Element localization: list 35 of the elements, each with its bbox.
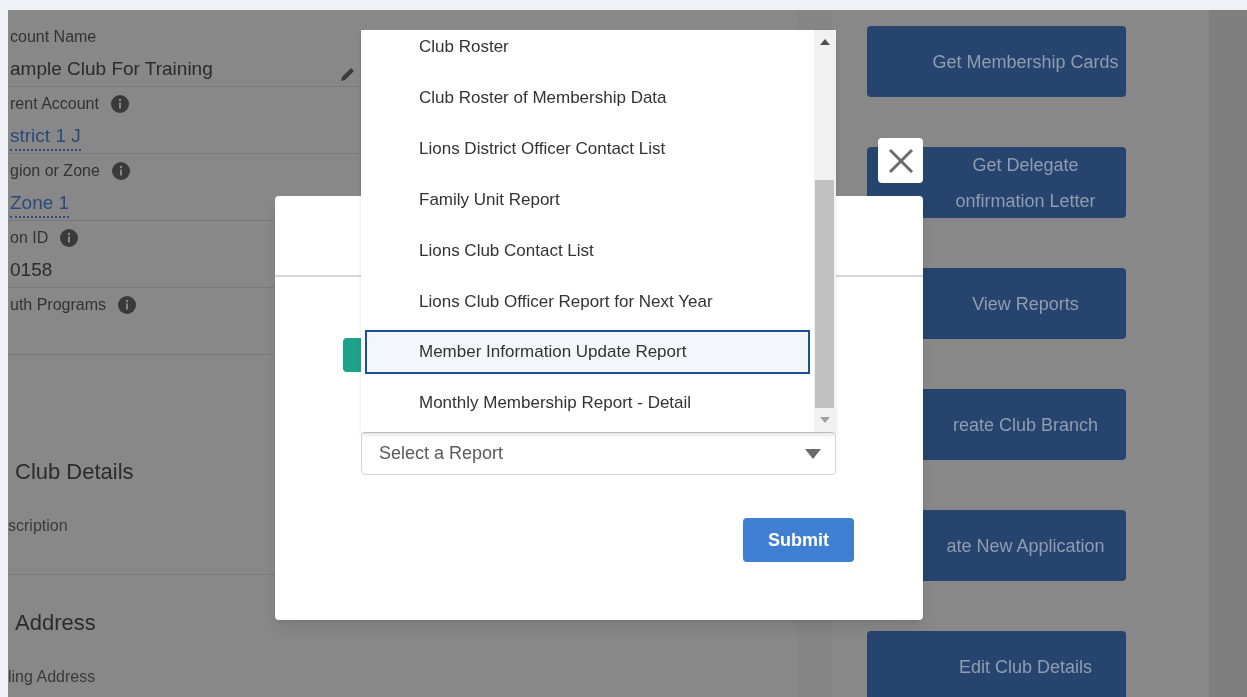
- section-heading: Address: [14, 609, 96, 637]
- report-option[interactable]: Lions Club Contact List: [361, 225, 814, 276]
- caret-icon: [805, 448, 821, 459]
- report-option[interactable]: Club Roster: [361, 30, 814, 72]
- scroll-down-icon[interactable]: [820, 417, 830, 423]
- close-button[interactable]: [878, 138, 923, 183]
- section-heading: Club Details: [14, 458, 134, 486]
- field-label: on ID: [10, 228, 49, 248]
- info-icon[interactable]: [118, 296, 137, 314]
- info-icon[interactable]: [111, 162, 130, 180]
- close-icon: [887, 147, 914, 174]
- field-label: ling Address: [8, 667, 96, 687]
- report-option[interactable]: Lions District Officer Contact List: [361, 123, 814, 174]
- action-button[interactable]: Get Membership Cards: [867, 26, 1126, 97]
- report-option[interactable]: Member Information Update Report: [365, 330, 810, 374]
- scrollbar-thumb[interactable]: [815, 180, 834, 408]
- report-option[interactable]: Monthly Membership Report - Detail: [361, 377, 814, 428]
- report-option[interactable]: Family Unit Report: [361, 174, 814, 225]
- report-option[interactable]: Lions Club Officer Report for Next Year: [361, 276, 814, 327]
- info-icon[interactable]: [60, 229, 79, 247]
- field-value: ample Club For Training: [10, 57, 213, 81]
- field-label: gion or Zone: [10, 161, 100, 181]
- submit-button[interactable]: Submit: [743, 518, 854, 562]
- field-label: scription: [8, 516, 68, 536]
- field-label: rent Account: [10, 94, 99, 114]
- report-select[interactable]: Select a Report: [361, 432, 836, 475]
- field-label: uth Programs: [10, 295, 107, 315]
- report-option[interactable]: Club Roster of Membership Data: [361, 72, 814, 123]
- scrollbar[interactable]: [814, 30, 836, 432]
- scroll-up-icon[interactable]: [820, 39, 830, 45]
- info-icon[interactable]: [110, 95, 129, 113]
- field-label: count Name: [10, 27, 97, 47]
- action-button[interactable]: Edit Club Details: [867, 631, 1126, 697]
- field-value: 0158: [10, 258, 53, 282]
- pencil-icon[interactable]: [340, 66, 356, 82]
